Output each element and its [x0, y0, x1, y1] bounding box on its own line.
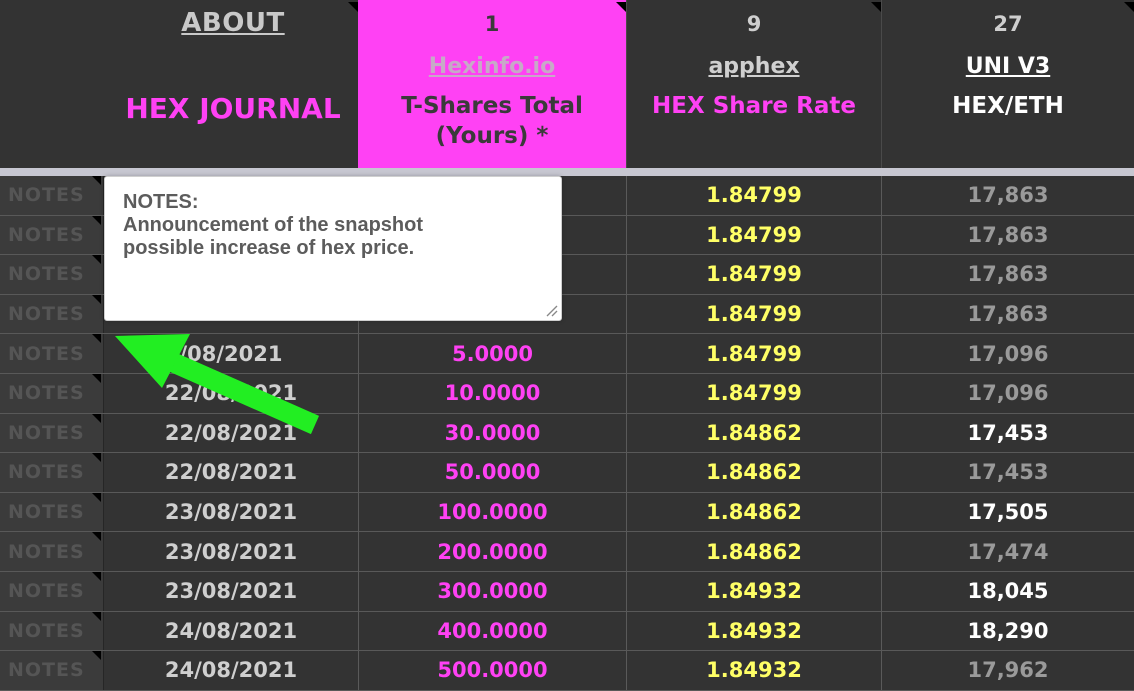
comment-indicator-icon: [92, 571, 101, 581]
table-row: NOTES 24/08/2021 400.0000 1.84932 18,290: [0, 611, 1134, 652]
share-rate-cell[interactable]: 1.84932: [626, 571, 881, 611]
hex-eth-cell[interactable]: 17,096: [881, 334, 1134, 373]
notes-cell[interactable]: NOTES: [0, 571, 103, 611]
share-rate-cell[interactable]: 1.84799: [626, 176, 881, 215]
notes-cell[interactable]: NOTES: [0, 611, 103, 651]
comment-indicator-icon: [92, 453, 101, 463]
tshares-cell[interactable]: 100.0000: [358, 492, 626, 532]
date-cell[interactable]: 22/08/2021: [103, 453, 358, 492]
hex-eth-cell[interactable]: 17,453: [881, 453, 1134, 492]
comment-indicator-icon: [92, 532, 101, 542]
share-rate-cell[interactable]: 1.84862: [626, 532, 881, 571]
frozen-pane-divider: [0, 168, 1134, 176]
notes-cell[interactable]: NOTES: [0, 215, 103, 255]
comment-indicator-icon: [92, 492, 101, 502]
hex-eth-cell[interactable]: 17,453: [881, 413, 1134, 453]
apphex-link[interactable]: apphex: [627, 54, 881, 79]
share-rate-cell[interactable]: 1.84862: [626, 453, 881, 492]
comment-indicator-icon: [92, 651, 101, 661]
table-row: NOTES 24/08/2021 500.0000 1.84932 17,962: [0, 651, 1134, 691]
date-cell[interactable]: 24/08/2021: [103, 611, 358, 651]
share-rate-cell[interactable]: 1.84799: [626, 373, 881, 413]
comment-indicator-icon: [92, 294, 101, 304]
tshares-cell[interactable]: 5.0000: [358, 334, 626, 373]
date-cell[interactable]: 23/08/2021: [103, 532, 358, 571]
share-rate-cell[interactable]: 1.84932: [626, 651, 881, 690]
tshares-cell[interactable]: 200.0000: [358, 532, 626, 571]
hex-eth-cell[interactable]: 17,962: [881, 651, 1134, 690]
comment-indicator-icon: [92, 255, 101, 265]
tshares-cell[interactable]: 300.0000: [358, 571, 626, 611]
tshares-cell[interactable]: 500.0000: [358, 651, 626, 690]
date-cell[interactable]: 23/08/2021: [103, 571, 358, 611]
notes-cell[interactable]: NOTES: [0, 373, 103, 413]
journal-title: HEX JOURNAL: [125, 92, 341, 125]
hex-eth-cell[interactable]: 17,505: [881, 492, 1134, 532]
hex-eth-cell[interactable]: 18,290: [881, 611, 1134, 651]
hex-eth-cell[interactable]: 17,096: [881, 373, 1134, 413]
hex-eth-cell[interactable]: 17,863: [881, 294, 1134, 334]
tshares-cell[interactable]: 10.0000: [358, 373, 626, 413]
notes-cell[interactable]: NOTES: [0, 294, 103, 334]
share-rate-cell[interactable]: 1.84799: [626, 294, 881, 334]
notes-cell[interactable]: NOTES: [0, 532, 103, 571]
notes-cell[interactable]: NOTES: [0, 651, 103, 690]
notes-popup-title: NOTES:: [123, 191, 199, 213]
share-rate-cell[interactable]: 1.84862: [626, 492, 881, 532]
notes-cell[interactable]: NOTES: [0, 492, 103, 532]
column-title: HEX Share Rate: [652, 93, 856, 119]
notes-cell[interactable]: NOTES: [0, 255, 103, 294]
comment-indicator-icon: [92, 611, 101, 621]
notes-popup-line2: possible increase of hex price.: [123, 237, 415, 259]
header-share-rate-cell[interactable]: 9 apphex HEX Share Rate: [626, 0, 881, 168]
green-arrow-icon: [115, 334, 320, 435]
share-rate-cell[interactable]: 1.84799: [626, 334, 881, 373]
table-row: NOTES 23/08/2021 100.0000 1.84862 17,505: [0, 492, 1134, 533]
hex-eth-cell[interactable]: 17,863: [881, 176, 1134, 215]
notes-cell[interactable]: NOTES: [0, 413, 103, 453]
notes-popup-line1: Announcement of the snapshot: [123, 214, 423, 236]
comment-indicator-icon: [348, 2, 358, 12]
about-link[interactable]: ABOUT: [0, 8, 466, 38]
hex-eth-cell[interactable]: 17,863: [881, 215, 1134, 255]
column-title-line2: (Yours) *: [435, 123, 549, 149]
column-number: 27: [993, 12, 1023, 36]
notes-cell[interactable]: NOTES: [0, 453, 103, 492]
comment-indicator-icon: [616, 2, 626, 12]
notes-popup[interactable]: NOTES: Announcement of the snapshot poss…: [104, 176, 562, 321]
comment-indicator-icon: [871, 2, 881, 12]
column-number: 9: [746, 12, 762, 36]
tshares-cell[interactable]: 50.0000: [358, 453, 626, 492]
share-rate-cell[interactable]: 1.84799: [626, 255, 881, 294]
table-row: NOTES 23/08/2021 300.0000 1.84932 18,045: [0, 571, 1134, 612]
tshares-cell[interactable]: 400.0000: [358, 611, 626, 651]
column-title: HEX/ETH: [952, 93, 1064, 119]
hexinfo-link[interactable]: Hexinfo.io: [358, 54, 626, 79]
table-row: NOTES 22/08/2021 50.0000 1.84862 17,453: [0, 453, 1134, 493]
share-rate-cell[interactable]: 1.84862: [626, 413, 881, 453]
hex-eth-cell[interactable]: 18,045: [881, 571, 1134, 611]
uni-v3-link[interactable]: UNI V3: [882, 54, 1134, 79]
table-row: NOTES 23/08/2021 200.0000 1.84862 17,474: [0, 532, 1134, 572]
comment-indicator-icon: [1124, 2, 1134, 12]
notes-cell[interactable]: NOTES: [0, 334, 103, 373]
header-hex-eth-cell[interactable]: 27 UNI V3 HEX/ETH: [881, 0, 1134, 168]
resize-grip-icon[interactable]: [544, 303, 558, 317]
notes-cell[interactable]: NOTES: [0, 176, 103, 215]
share-rate-cell[interactable]: 1.84932: [626, 611, 881, 651]
date-cell[interactable]: 24/08/2021: [103, 651, 358, 690]
comment-indicator-icon: [92, 176, 101, 185]
comment-indicator-icon: [92, 215, 101, 225]
tshares-cell[interactable]: 30.0000: [358, 413, 626, 453]
hex-eth-cell[interactable]: 17,474: [881, 532, 1134, 571]
spreadsheet: 1 Hexinfo.io T-Shares Total (Yours) * 9 …: [0, 0, 1134, 691]
hex-eth-cell[interactable]: 17,863: [881, 255, 1134, 294]
date-cell[interactable]: 23/08/2021: [103, 492, 358, 532]
share-rate-cell[interactable]: 1.84799: [626, 215, 881, 255]
